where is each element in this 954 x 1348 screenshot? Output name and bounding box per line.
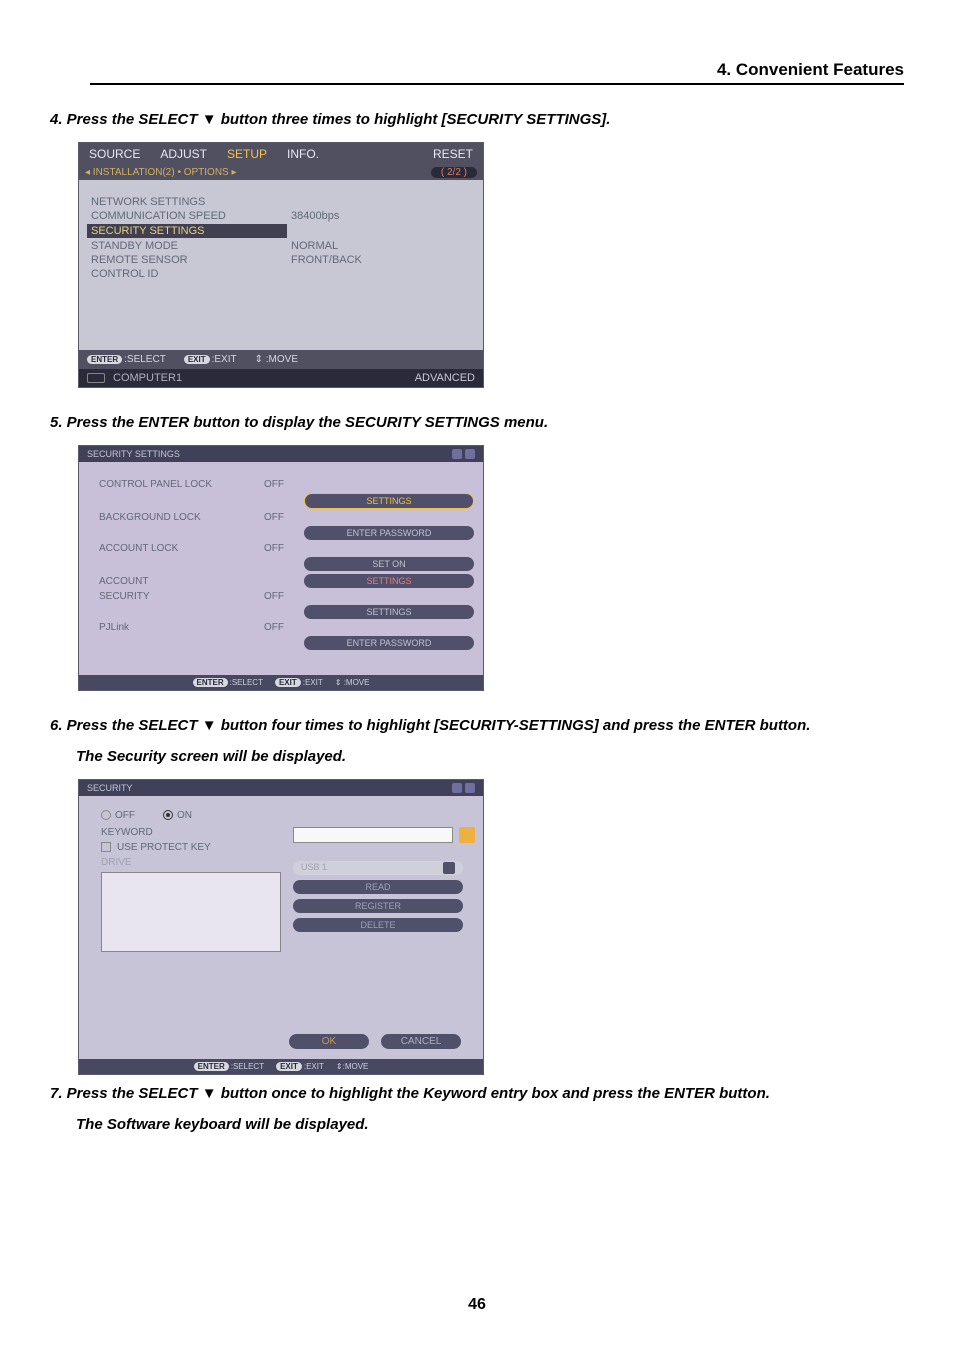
keyword-input[interactable]	[293, 827, 453, 843]
usb-select[interactable]: USB 1	[293, 861, 463, 875]
pjlink-password-button[interactable]: ENTER PASSWORD	[304, 636, 474, 650]
keyboard-icon[interactable]	[459, 827, 475, 843]
val-pjlink: OFF	[264, 622, 304, 633]
enter-key-icon: ENTER	[87, 355, 122, 364]
enter-password-button[interactable]: ENTER PASSWORD	[304, 526, 474, 540]
exit-key-icon: EXIT	[184, 355, 210, 364]
val-security: OFF	[264, 591, 304, 602]
register-button[interactable]: REGISTER	[293, 899, 463, 913]
submenu-bar: ◂ INSTALLATION(2) • OPTIONS ▸ ( 2/2 )	[79, 165, 483, 180]
close-icon[interactable]	[465, 449, 475, 459]
row-background-lock: BACKGROUND LOCK	[99, 512, 264, 523]
chapter-heading: 4. Convenient Features	[90, 60, 904, 85]
tab-reset[interactable]: RESET	[423, 143, 483, 165]
row-security: SECURITY	[99, 591, 264, 602]
row-standby-mode[interactable]: STANDBY MODE	[91, 240, 291, 252]
use-protect-key[interactable]: USE PROTECT KEY	[101, 842, 281, 853]
radio-on[interactable]: ON	[163, 810, 192, 821]
hint-bar: ENTER:SELECT EXIT:EXIT ⇕:MOVE	[79, 1059, 483, 1074]
hint-bar: ENTER:SELECT EXIT:EXIT ⇕ :MOVE	[79, 350, 483, 369]
row-network-settings[interactable]: NETWORK SETTINGS	[91, 196, 291, 208]
dialog-title-bar: SECURITY SETTINGS	[79, 446, 483, 462]
drive-listbox[interactable]	[101, 872, 281, 952]
exit-key-icon: EXIT	[276, 1062, 302, 1071]
row-communication-speed[interactable]: COMMUNICATION SPEED	[91, 210, 291, 222]
cancel-button[interactable]: CANCEL	[381, 1034, 461, 1049]
val-account-lock: OFF	[264, 543, 304, 554]
security-settings-screenshot: SECURITY SETTINGS CONTROL PANEL LOCK OFF…	[78, 445, 484, 691]
help-icon[interactable]	[452, 783, 462, 793]
hint-bar: ENTER:SELECT EXIT:EXIT ⇕ :MOVE	[79, 675, 483, 690]
dialog-title: SECURITY	[87, 783, 133, 793]
set-on-button[interactable]: SET ON	[304, 557, 474, 571]
row-account: ACCOUNT	[99, 576, 264, 587]
page-number: 46	[0, 1296, 954, 1314]
val-remote-sensor: FRONT/BACK	[291, 254, 471, 266]
row-remote-sensor[interactable]: REMOTE SENSOR	[91, 254, 291, 266]
account-settings-button[interactable]: SETTINGS	[304, 574, 474, 588]
current-source: COMPUTER1	[113, 372, 182, 384]
status-bar: COMPUTER1 ADVANCED	[79, 369, 483, 387]
submenu-path: ◂ INSTALLATION(2) • OPTIONS ▸	[85, 167, 237, 178]
val-background-lock: OFF	[264, 512, 304, 523]
close-icon[interactable]	[465, 783, 475, 793]
val-control-panel-lock: OFF	[264, 479, 304, 490]
exit-key-icon: EXIT	[275, 678, 301, 687]
enter-key-icon: ENTER	[193, 678, 228, 687]
page-indicator: ( 2/2 )	[431, 167, 477, 178]
settings-button[interactable]: SETTINGS	[304, 493, 474, 509]
tab-adjust[interactable]: ADJUST	[150, 143, 217, 165]
menu-mode: ADVANCED	[415, 372, 475, 384]
radio-off[interactable]: OFF	[101, 810, 135, 821]
enter-key-icon: ENTER	[194, 1062, 229, 1071]
keyword-label: KEYWORD	[101, 827, 281, 838]
security-settings-button[interactable]: SETTINGS	[304, 605, 474, 619]
val-standby-mode: NORMAL	[291, 240, 471, 252]
row-pjlink: PJLink	[99, 622, 264, 633]
val-communication-speed: 38400bps	[291, 210, 471, 222]
step-7: 7. Press the SELECT ▼ button once to hig…	[50, 1085, 904, 1102]
source-icon	[87, 373, 105, 383]
help-icon[interactable]	[452, 449, 462, 459]
step-5: 5. Press the ENTER button to display the…	[50, 414, 904, 431]
delete-button[interactable]: DELETE	[293, 918, 463, 932]
dialog-buttons: OK CANCEL	[79, 1026, 483, 1059]
step-7-note: The Software keyboard will be displayed.	[76, 1116, 904, 1133]
tab-info[interactable]: INFO.	[277, 143, 329, 165]
tab-source[interactable]: SOURCE	[79, 143, 150, 165]
menu-tabs: SOURCE ADJUST SETUP INFO. RESET	[79, 143, 483, 165]
security-body: OFF ON KEYWORD USE PROTECT KEY DRIVE US	[79, 796, 483, 1026]
setup-menu-screenshot: SOURCE ADJUST SETUP INFO. RESET ◂ INSTAL…	[78, 142, 484, 388]
tab-setup[interactable]: SETUP	[217, 143, 277, 165]
row-security-settings[interactable]: SECURITY SETTINGS	[87, 224, 287, 238]
step-6-note: The Security screen will be displayed.	[76, 748, 904, 765]
ok-button[interactable]: OK	[289, 1034, 369, 1049]
chevron-right-icon	[443, 862, 455, 874]
read-button[interactable]: READ	[293, 880, 463, 894]
drive-label: DRIVE	[101, 857, 281, 868]
setup-body: NETWORK SETTINGS COMMUNICATION SPEED3840…	[79, 180, 483, 350]
step-6: 6. Press the SELECT ▼ button four times …	[50, 717, 904, 734]
step-4: 4. Press the SELECT ▼ button three times…	[50, 111, 904, 128]
dialog-title-bar: SECURITY	[79, 780, 483, 796]
security-screen-screenshot: SECURITY OFF ON KEYWORD USE PROTECT KEY …	[78, 779, 484, 1075]
row-control-id[interactable]: CONTROL ID	[91, 268, 291, 280]
security-settings-body: CONTROL PANEL LOCK OFF SETTINGS BACKGROU…	[79, 462, 483, 675]
row-control-panel-lock: CONTROL PANEL LOCK	[99, 479, 264, 490]
row-account-lock: ACCOUNT LOCK	[99, 543, 264, 554]
dialog-title: SECURITY SETTINGS	[87, 449, 180, 459]
